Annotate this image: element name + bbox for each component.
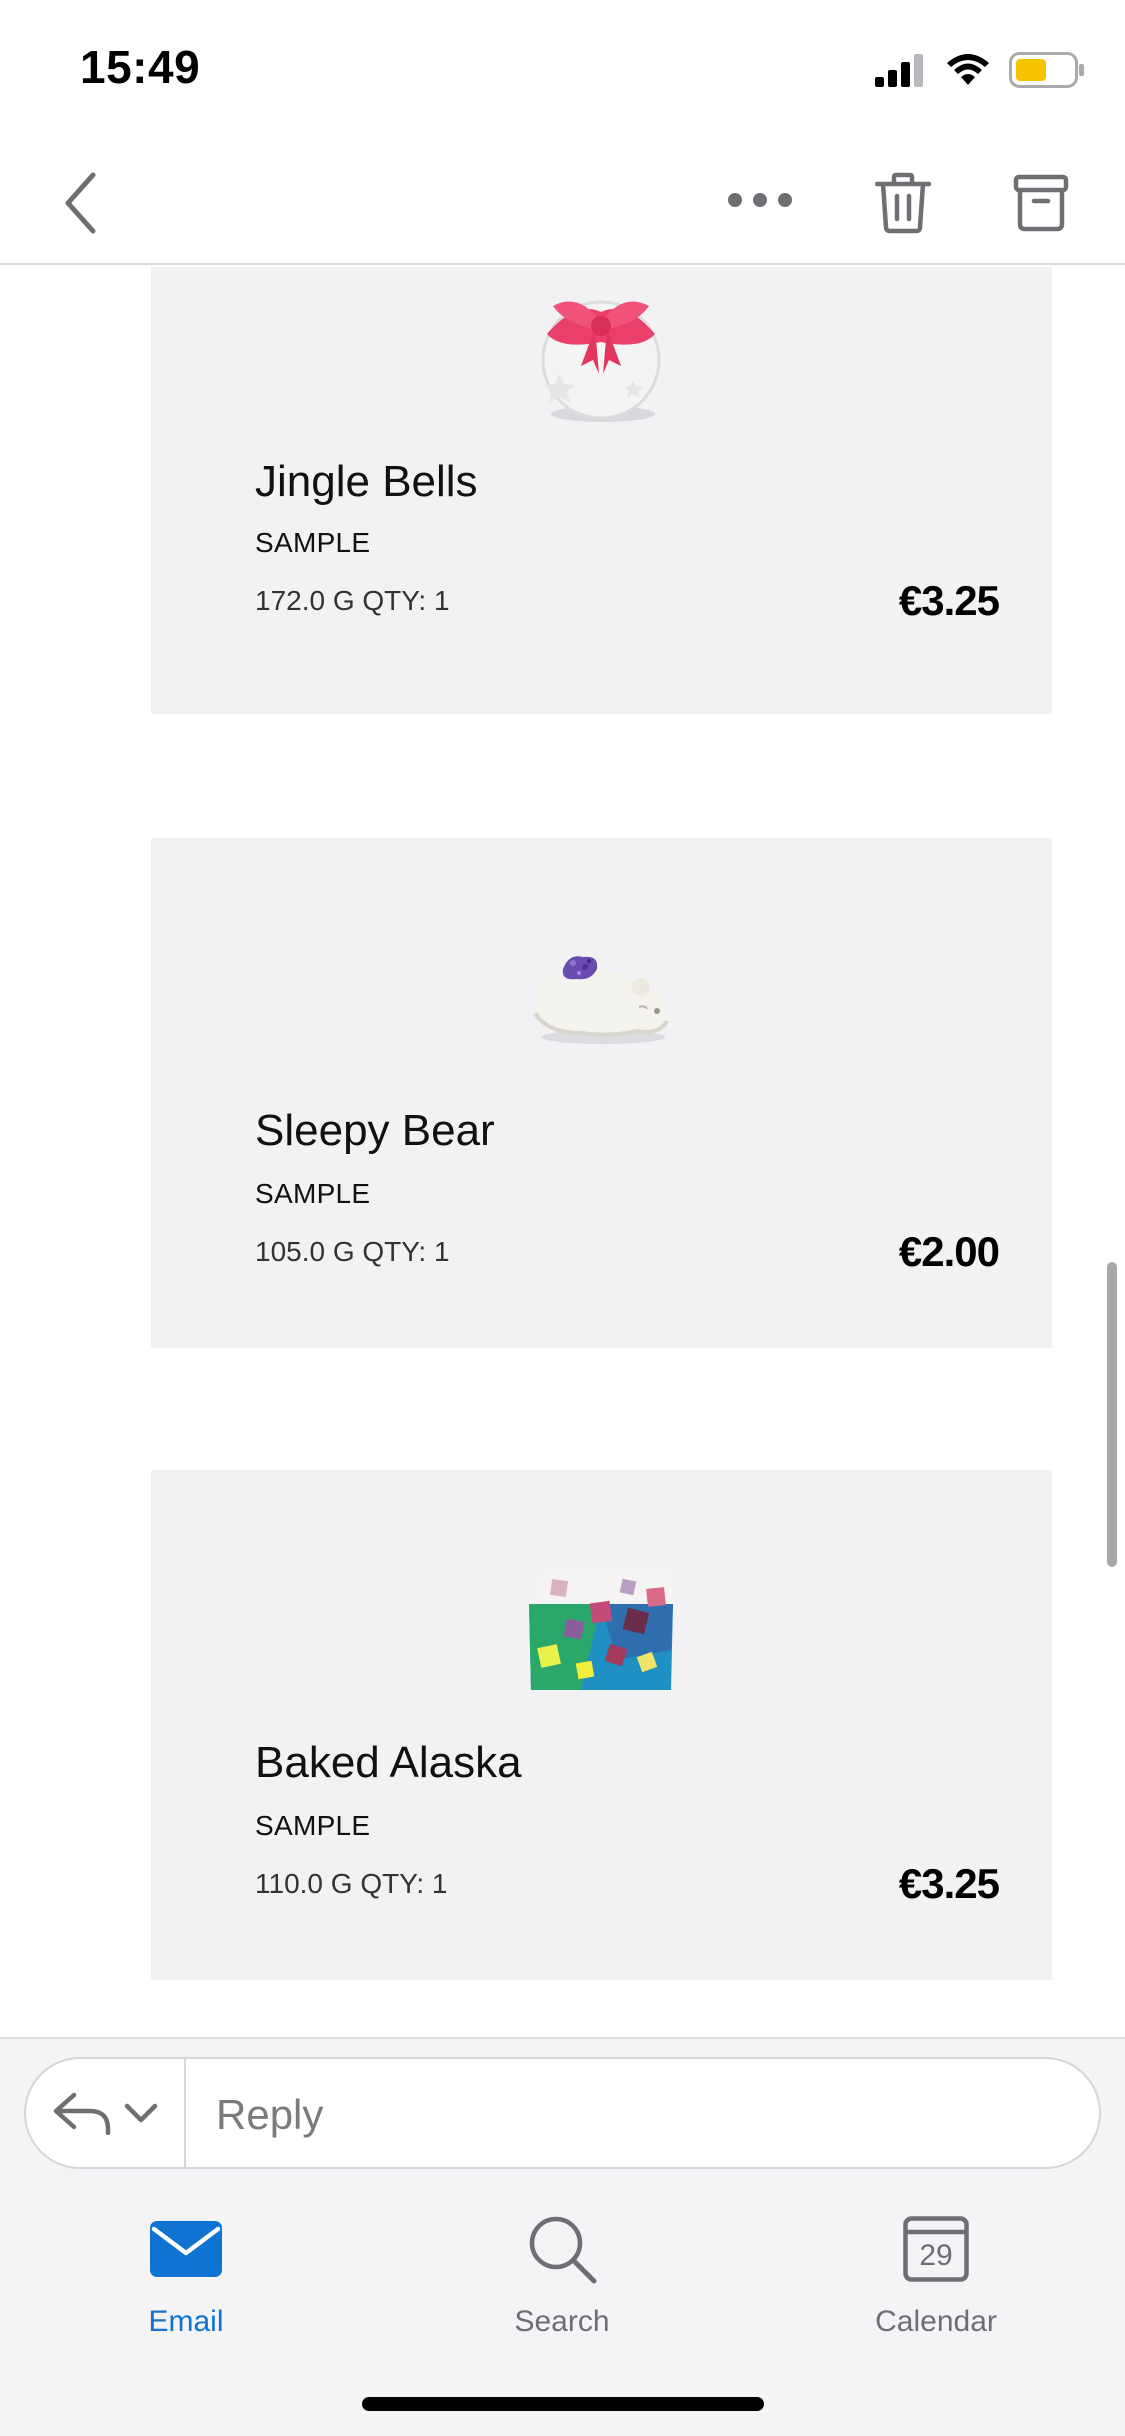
mail-icon — [150, 2221, 222, 2277]
wifi-icon — [947, 54, 989, 85]
archive-button[interactable] — [1005, 163, 1077, 243]
tab-email[interactable]: Email — [76, 2209, 296, 2339]
tab-calendar[interactable]: 29 Calendar — [826, 2209, 1046, 2339]
product-meta: 172.0 G QTY: 1 — [255, 585, 450, 616]
tab-label: Email — [148, 2305, 224, 2338]
bath-bomb-bow-image — [541, 300, 661, 422]
email-body[interactable]: Jingle Bells SAMPLE 172.0 G QTY: 1 €3.25… — [0, 267, 1125, 2037]
tab-icon — [522, 2209, 602, 2289]
product-meta: 105.0 G QTY: 1 — [255, 1236, 450, 1267]
battery-icon — [1009, 52, 1084, 88]
product-type: SAMPLE — [255, 527, 371, 558]
tab-label: Search — [514, 2305, 610, 2338]
soap-bar-image — [529, 1565, 673, 1690]
nav-bar — [0, 135, 1125, 265]
product-price: €2.00 — [898, 1228, 1000, 1275]
status-icons — [875, 48, 1085, 92]
more-button[interactable] — [720, 175, 800, 225]
product-meta: 110.0 G QTY: 1 — [255, 1868, 448, 1899]
tab-label: Calendar — [875, 2305, 997, 2338]
reply-options-button[interactable] — [26, 2059, 186, 2167]
product-price: €3.25 — [898, 577, 1000, 624]
status-time: 15:49 — [80, 41, 201, 93]
reply-icon — [53, 2092, 111, 2135]
calendar-date: 29 — [919, 2239, 953, 2272]
tab-bar: Email Search 29 Calendar — [0, 2209, 1125, 2359]
chevron-down-icon — [124, 2103, 158, 2123]
product-card[interactable]: Sleepy Bear SAMPLE 105.0 G QTY: 1 €2.00 — [151, 838, 1052, 1348]
product-name: Baked Alaska — [255, 1738, 522, 1787]
delete-button[interactable] — [868, 163, 938, 243]
product-card[interactable]: Jingle Bells SAMPLE 172.0 G QTY: 1 €3.25 — [151, 267, 1052, 714]
archive-icon — [1013, 174, 1069, 232]
product-type: SAMPLE — [255, 1810, 371, 1841]
tab-search[interactable]: Search — [452, 2209, 672, 2339]
more-horizontal-icon — [728, 193, 792, 207]
product-image — [521, 282, 681, 432]
search-icon — [529, 2216, 597, 2284]
chevron-left-icon — [65, 172, 96, 234]
home-indicator[interactable] — [362, 2397, 764, 2411]
tab-icon: 29 — [896, 2209, 976, 2289]
product-name: Sleepy Bear — [255, 1106, 495, 1155]
status-bar: 15:49 — [0, 0, 1125, 135]
product-image — [521, 1550, 681, 1700]
trash-icon — [875, 172, 931, 234]
reply-input[interactable]: Reply — [216, 2091, 323, 2139]
scroll-indicator[interactable] — [1107, 1262, 1117, 1567]
back-button[interactable] — [50, 163, 110, 243]
product-card[interactable]: Baked Alaska SAMPLE 110.0 G QTY: 1 €3.25 — [151, 1470, 1052, 1980]
cellular-signal-icon — [875, 54, 923, 87]
bear-bath-bomb-image — [533, 956, 669, 1044]
product-price: €3.25 — [898, 1860, 1000, 1907]
product-type: SAMPLE — [255, 1178, 371, 1209]
bottom-toolbar: Reply Email Search 29 Calendar — [0, 2037, 1125, 2436]
product-image — [521, 918, 681, 1068]
product-name: Jingle Bells — [255, 457, 478, 506]
reply-bar[interactable]: Reply — [24, 2057, 1101, 2169]
tab-icon — [146, 2209, 226, 2289]
